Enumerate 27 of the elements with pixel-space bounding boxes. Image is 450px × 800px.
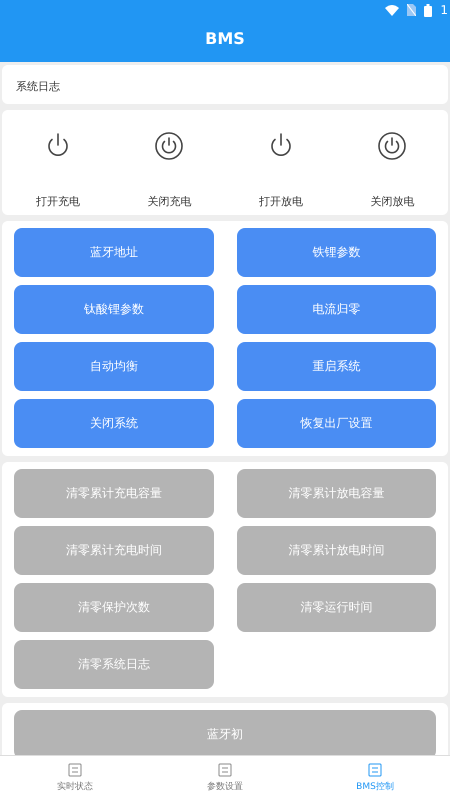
log-card[interactable]: 系统日志 [2, 65, 448, 104]
action-button[interactable]: 电流归零 [236, 285, 436, 334]
list-icon [68, 763, 82, 777]
nav-tab[interactable]: 参数设置 [150, 756, 300, 800]
action-button[interactable]: 铁锂参数 [236, 228, 436, 277]
nav-tab[interactable]: BMS控制 [300, 756, 450, 800]
power-label[interactable]: 关闭充电 [147, 194, 192, 209]
power-icon [155, 132, 184, 160]
status-time: 1 [440, 3, 448, 17]
log-label: 系统日志 [16, 80, 60, 93]
list-icon [368, 763, 382, 777]
power-label[interactable]: 打开放电 [258, 194, 303, 209]
wifi-icon [385, 4, 400, 16]
list-icon [218, 763, 232, 777]
action-button[interactable]: 重启系统 [236, 342, 436, 391]
app-title: BMS [204, 29, 246, 48]
power-icon [378, 132, 406, 160]
action-button[interactable]: 关闭系统 [14, 399, 214, 448]
battery-icon [424, 4, 432, 16]
nav-tab[interactable]: 实时状态 [0, 756, 150, 800]
action-button[interactable]: 钛酸锂参数 [14, 285, 214, 334]
action-button[interactable]: 自动均衡 [14, 342, 214, 391]
no-sim-icon [407, 4, 416, 16]
power-label[interactable]: 关闭放电 [370, 194, 414, 209]
action-button[interactable]: 恢复出厂设置 [236, 399, 436, 448]
power-label[interactable]: 打开充电 [36, 194, 80, 209]
action-button[interactable]: 蓝牙地址 [14, 228, 214, 277]
